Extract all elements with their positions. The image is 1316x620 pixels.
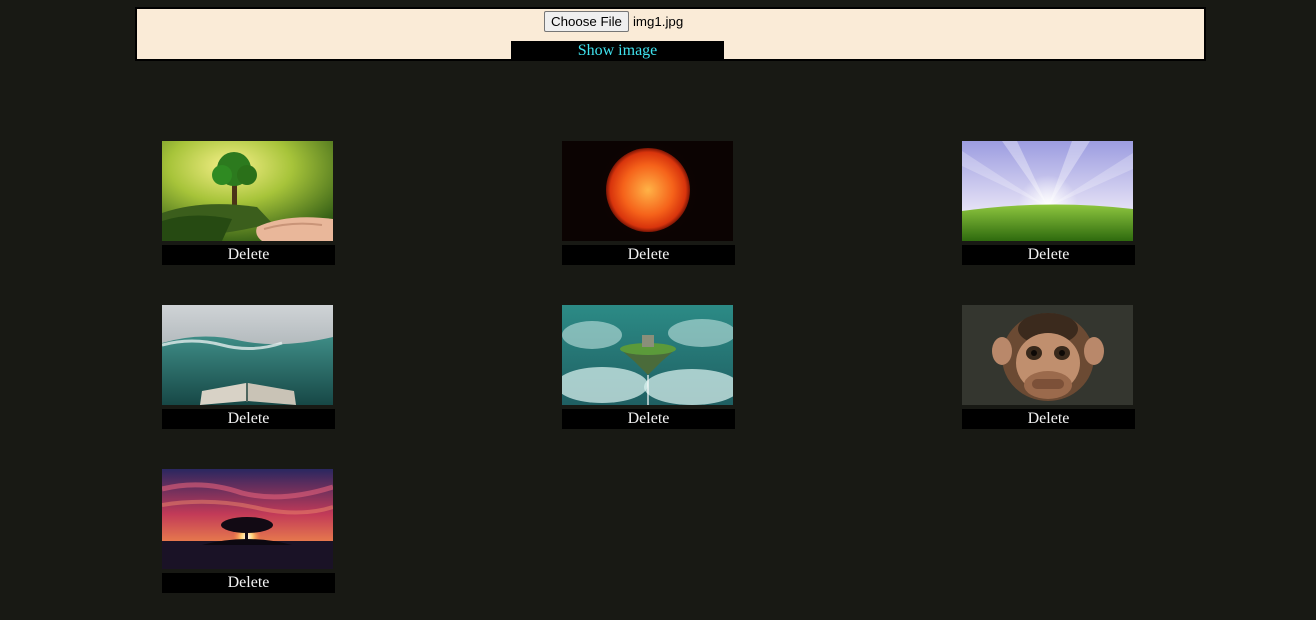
upload-panel: Choose File img1.jpg Show image [135, 7, 1206, 61]
image-open-book-in-sea [162, 305, 333, 405]
image-sky-over-meadow [962, 141, 1133, 241]
delete-button[interactable]: Delete [562, 245, 735, 265]
delete-button[interactable]: Delete [162, 245, 335, 265]
delete-button[interactable]: Delete [962, 409, 1135, 429]
gallery-item-tree-in-hand: Delete [162, 141, 335, 266]
delete-button[interactable]: Delete [162, 409, 335, 429]
image-floating-island [562, 305, 733, 405]
image-sun [562, 141, 733, 241]
image-monkey [962, 305, 1133, 405]
choose-file-button[interactable]: Choose File [544, 10, 629, 32]
delete-button[interactable]: Delete [962, 245, 1135, 265]
gallery-item-monkey: Delete [962, 305, 1135, 430]
selected-file-name: img1.jpg [632, 13, 684, 29]
file-picker: Choose File img1.jpg [544, 10, 683, 32]
image-tree-in-hand [162, 141, 333, 241]
gallery-item-open-book-in-sea: Delete [162, 305, 335, 430]
delete-button[interactable]: Delete [562, 409, 735, 429]
gallery-item-tree-at-sunset: Delete [162, 469, 335, 594]
show-image-button[interactable]: Show image [511, 41, 724, 60]
gallery-item-floating-island: Delete [562, 305, 735, 430]
gallery-item-sun: Delete [562, 141, 735, 266]
gallery-item-sky-over-meadow: Delete [962, 141, 1135, 266]
image-tree-at-sunset [162, 469, 333, 569]
delete-button[interactable]: Delete [162, 573, 335, 593]
